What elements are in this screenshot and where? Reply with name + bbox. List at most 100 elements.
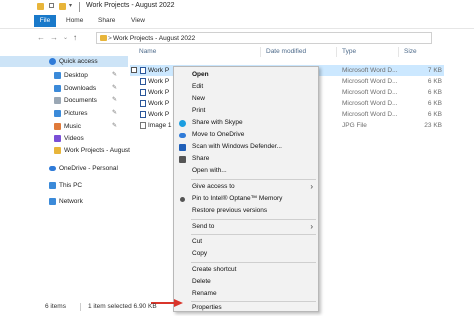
image-file-icon — [140, 122, 146, 129]
file-size: 6 KB — [427, 100, 442, 107]
sidebar-item-network[interactable]: Network — [0, 196, 128, 207]
sidebar-item-label: Work Projects - August — [64, 147, 130, 154]
column-header-date[interactable]: Date modified — [266, 48, 306, 55]
video-icon — [54, 135, 61, 142]
menu-item-share[interactable]: Share — [174, 154, 318, 164]
column-header-name[interactable]: Name — [139, 48, 156, 55]
menu-item-rename[interactable]: Rename — [174, 289, 318, 299]
chevron-right-icon: › — [310, 222, 313, 231]
sidebar-item-label: Music — [64, 123, 81, 130]
menu-item-send-to[interactable]: Send to › — [174, 222, 318, 232]
sidebar-item-label: This PC — [59, 182, 83, 189]
menu-item-label: Print — [192, 107, 206, 114]
qa-dropdown-icon[interactable]: ▾ — [69, 2, 72, 9]
folder-icon — [100, 35, 107, 41]
defender-icon — [179, 144, 186, 151]
new-folder-qa-icon[interactable] — [59, 3, 66, 10]
menu-item-delete[interactable]: Delete — [174, 277, 318, 287]
menu-item-cut[interactable]: Cut — [174, 237, 318, 247]
file-size: 7 KB — [427, 67, 442, 74]
picture-icon — [54, 110, 61, 117]
menu-item-label: Copy — [192, 250, 208, 257]
tab-view[interactable]: View — [131, 16, 145, 26]
column-headers: Name Date modified Type Size — [130, 46, 474, 58]
file-name: Work P — [148, 111, 170, 118]
menu-item-label: Create shortcut — [192, 266, 237, 273]
tab-file[interactable]: File — [34, 15, 56, 27]
sidebar-item-label: Downloads — [64, 85, 97, 92]
sidebar-item-label: Pictures — [64, 110, 88, 117]
sidebar-item-music[interactable]: Music ✎ — [0, 121, 128, 132]
properties-qa-icon[interactable] — [49, 3, 54, 8]
pin-icon[interactable]: ✎ — [112, 121, 117, 132]
sidebar-item-onedrive[interactable]: OneDrive - Personal — [0, 163, 128, 174]
folder-icon — [37, 3, 44, 10]
menu-item-create-shortcut[interactable]: Create shortcut — [174, 265, 318, 275]
sidebar-item-label: Desktop — [64, 72, 88, 79]
word-file-icon — [140, 100, 146, 107]
sidebar-item-label: Network — [59, 198, 83, 205]
star-icon — [49, 58, 56, 65]
sidebar-item-desktop[interactable]: Desktop ✎ — [0, 70, 128, 81]
forward-icon[interactable]: → — [50, 33, 58, 43]
column-divider[interactable] — [398, 47, 399, 57]
menu-item-edit[interactable]: Edit — [174, 82, 318, 92]
folder-icon — [54, 147, 61, 154]
menu-item-print[interactable]: Print — [174, 106, 318, 116]
pin-icon[interactable]: ✎ — [112, 95, 117, 106]
column-divider[interactable] — [336, 47, 337, 57]
network-icon — [49, 198, 56, 205]
menu-item-open[interactable]: Open — [174, 70, 318, 80]
sidebar-item-work-projects[interactable]: Work Projects - August — [0, 145, 130, 156]
pin-icon[interactable]: ✎ — [112, 108, 117, 119]
file-size: 6 KB — [427, 89, 442, 96]
item-count: 6 items — [45, 303, 66, 310]
up-icon[interactable]: ↑ — [73, 33, 77, 43]
menu-item-share-with-skype[interactable]: Share with Skype — [174, 118, 318, 128]
column-header-size[interactable]: Size — [404, 48, 417, 55]
menu-item-label: Send to — [192, 223, 215, 230]
tab-home[interactable]: Home — [66, 16, 83, 26]
navigation-pane: Quick access Desktop ✎ Downloads ✎ Docum… — [0, 50, 130, 290]
menu-item-move-to-onedrive[interactable]: Move to OneDrive — [174, 130, 318, 140]
recent-dropdown-icon[interactable]: ⌄ — [63, 33, 68, 43]
title-divider — [79, 2, 80, 12]
breadcrumb[interactable]: Work Projects - August 2022 — [113, 34, 195, 43]
menu-item-copy[interactable]: Copy — [174, 249, 318, 259]
title-bar: ▾ Work Projects - August 2022 — [0, 0, 474, 14]
address-bar[interactable]: > Work Projects - August 2022 — [96, 32, 432, 44]
menu-item-give-access[interactable]: Give access to › — [174, 182, 318, 192]
file-type: JPG File — [342, 122, 367, 129]
tab-share[interactable]: Share — [98, 16, 115, 26]
sidebar-item-this-pc[interactable]: This PC — [0, 180, 128, 191]
menu-item-label: Share — [192, 155, 210, 162]
column-divider[interactable] — [260, 47, 261, 57]
word-file-icon — [140, 78, 146, 85]
checkbox[interactable] — [131, 67, 137, 73]
document-icon — [54, 97, 61, 104]
sidebar-item-label: OneDrive - Personal — [59, 165, 118, 172]
file-name: Work P — [148, 67, 170, 74]
menu-item-restore-versions[interactable]: Restore previous versions — [174, 206, 318, 216]
menu-item-label: Restore previous versions — [192, 207, 268, 214]
back-icon[interactable]: ← — [37, 33, 45, 43]
sidebar-item-pictures[interactable]: Pictures ✎ — [0, 108, 128, 119]
music-icon — [54, 123, 61, 130]
file-type: Microsoft Word D... — [342, 78, 398, 85]
column-header-type[interactable]: Type — [342, 48, 356, 55]
pin-icon[interactable]: ✎ — [112, 83, 117, 94]
sidebar-item-videos[interactable]: Videos — [0, 133, 128, 144]
pin-icon[interactable]: ✎ — [112, 70, 117, 81]
file-type: Microsoft Word D... — [342, 100, 398, 107]
menu-item-new[interactable]: New — [174, 94, 318, 104]
share-icon — [179, 156, 186, 163]
sidebar-item-quick-access[interactable]: Quick access — [0, 56, 128, 67]
chevron-right-icon: › — [310, 182, 313, 191]
sidebar-item-downloads[interactable]: Downloads ✎ — [0, 83, 128, 94]
sidebar-item-documents[interactable]: Documents ✎ — [0, 95, 128, 106]
menu-item-pin-optane[interactable]: Pin to Intel® Optane™ Memory — [174, 194, 318, 204]
menu-item-open-with[interactable]: Open with... — [174, 166, 318, 176]
sidebar-item-label: Videos — [64, 135, 84, 142]
menu-item-label: Give access to — [192, 183, 235, 190]
menu-item-scan-defender[interactable]: Scan with Windows Defender... — [174, 142, 318, 152]
